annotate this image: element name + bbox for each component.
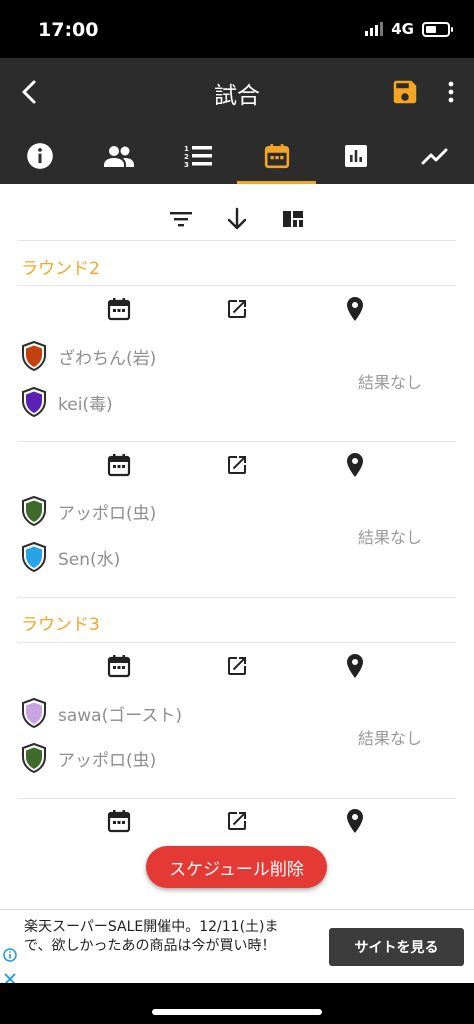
divider xyxy=(18,240,456,241)
round-label: ラウンド2 xyxy=(21,259,100,279)
delete-schedule-button[interactable]: スケジュール削除 xyxy=(146,846,327,888)
player-row[interactable]: ざわちん(岩) xyxy=(20,340,156,372)
player-name: アッポロ(虫) xyxy=(58,750,157,771)
tab-schedule[interactable] xyxy=(237,128,316,184)
svg-text:1: 1 xyxy=(184,145,189,153)
player-row[interactable]: Sen(水) xyxy=(20,541,120,573)
match-open-button[interactable] xyxy=(222,450,252,480)
ad-visit-site-button[interactable]: サイトを見る xyxy=(329,928,464,966)
app-bar: 試合 xyxy=(0,58,474,128)
match-location-button[interactable] xyxy=(340,294,370,324)
match-open-button[interactable] xyxy=(222,651,252,681)
shield-icon xyxy=(22,697,46,729)
location-pin-icon xyxy=(347,297,363,321)
player-row[interactable]: アッポロ(虫) xyxy=(20,495,156,527)
network-type: 4G xyxy=(391,20,414,38)
more-menu-button[interactable] xyxy=(436,77,466,107)
player-row[interactable]: sawa(ゴースト) xyxy=(20,697,182,729)
divider xyxy=(18,642,456,643)
more-vertical-icon xyxy=(448,81,454,103)
info-icon xyxy=(26,143,53,169)
trend-line-icon xyxy=(421,148,447,165)
match-location-button[interactable] xyxy=(340,806,370,836)
match-result: 結果なし xyxy=(358,729,423,748)
match-schedule-button[interactable] xyxy=(104,651,134,681)
player-name: kei(毒) xyxy=(58,394,113,415)
match-location-button[interactable] xyxy=(340,651,370,681)
round-label: ラウンド3 xyxy=(21,615,100,635)
player-name: ざわちん(岩) xyxy=(58,348,157,369)
match-actions xyxy=(0,450,474,486)
location-pin-icon xyxy=(347,453,363,477)
ad-text: 楽天スーパーSALE開催中。12/11(土)まで、欲しかったあの商品は今が買い時… xyxy=(24,919,279,954)
save-button[interactable] xyxy=(390,77,420,107)
location-pin-icon xyxy=(347,809,363,833)
shield-icon xyxy=(22,495,46,527)
sort-button[interactable] xyxy=(220,202,254,236)
home-indicator-area xyxy=(0,983,474,1024)
schedule-content: ラウンド2 ざわちん(岩) kei(毒) 結果なし アッポロ(虫) Sen(水)… xyxy=(0,184,474,909)
match-result: 結果なし xyxy=(358,373,423,392)
calendar-icon xyxy=(107,298,131,321)
schedule-toolbar xyxy=(0,202,474,236)
player-name: sawa(ゴースト) xyxy=(58,705,183,726)
shield-icon xyxy=(22,386,46,418)
match-schedule-button[interactable] xyxy=(104,294,134,324)
open-in-new-icon xyxy=(228,812,246,830)
player-row[interactable]: kei(毒) xyxy=(20,386,113,418)
divider xyxy=(18,597,456,598)
calendar-icon xyxy=(107,810,131,833)
dashboard-layout-icon xyxy=(283,211,303,227)
match-actions xyxy=(0,806,474,842)
save-icon xyxy=(393,80,417,104)
divider xyxy=(18,798,456,799)
tab-bar: 123 xyxy=(0,128,474,184)
ad-banner[interactable]: 楽天スーパーSALE開催中。12/11(土)まで、欲しかったあの商品は今が買い時… xyxy=(0,909,474,985)
home-indicator[interactable] xyxy=(152,1009,322,1015)
shield-icon xyxy=(22,742,46,774)
match-actions xyxy=(0,294,474,330)
svg-text:3: 3 xyxy=(184,161,189,168)
shield-icon xyxy=(22,541,46,573)
divider xyxy=(18,441,456,442)
people-icon xyxy=(103,146,134,167)
tab-progress[interactable] xyxy=(395,128,474,184)
calendar-icon xyxy=(264,144,289,169)
open-in-new-icon xyxy=(228,657,246,675)
filter-button[interactable] xyxy=(164,202,198,236)
status-indicators: 4G xyxy=(365,20,453,38)
ad-info-icon[interactable] xyxy=(3,948,17,962)
tab-info[interactable] xyxy=(0,128,79,184)
calendar-icon xyxy=(107,655,131,678)
status-bar: 17:00 4G xyxy=(0,0,474,58)
layout-button[interactable] xyxy=(276,202,310,236)
filter-icon xyxy=(170,212,192,227)
svg-text:2: 2 xyxy=(184,153,189,161)
match-result: 結果なし xyxy=(358,528,423,547)
match-open-button[interactable] xyxy=(222,294,252,324)
match-schedule-button[interactable] xyxy=(104,806,134,836)
match-open-button[interactable] xyxy=(222,806,252,836)
arrow-down-icon xyxy=(227,207,247,230)
divider xyxy=(18,285,456,286)
open-in-new-icon xyxy=(228,456,246,474)
tab-standings[interactable]: 123 xyxy=(158,128,237,184)
match-actions xyxy=(0,651,474,687)
player-name: アッポロ(虫) xyxy=(58,503,157,524)
ranked-list-icon: 123 xyxy=(184,145,212,168)
battery-icon xyxy=(422,21,453,37)
shield-icon xyxy=(22,340,46,372)
signal-icon xyxy=(365,22,384,36)
status-time: 17:00 xyxy=(38,19,99,41)
match-schedule-button[interactable] xyxy=(104,450,134,480)
player-name: Sen(水) xyxy=(58,549,121,570)
calendar-icon xyxy=(107,454,131,477)
player-row[interactable]: アッポロ(虫) xyxy=(20,742,156,774)
open-in-new-icon xyxy=(228,300,246,318)
bar-chart-icon xyxy=(344,145,367,167)
location-pin-icon xyxy=(347,654,363,678)
tab-players[interactable] xyxy=(79,128,158,184)
tab-stats[interactable] xyxy=(316,128,395,184)
match-location-button[interactable] xyxy=(340,450,370,480)
